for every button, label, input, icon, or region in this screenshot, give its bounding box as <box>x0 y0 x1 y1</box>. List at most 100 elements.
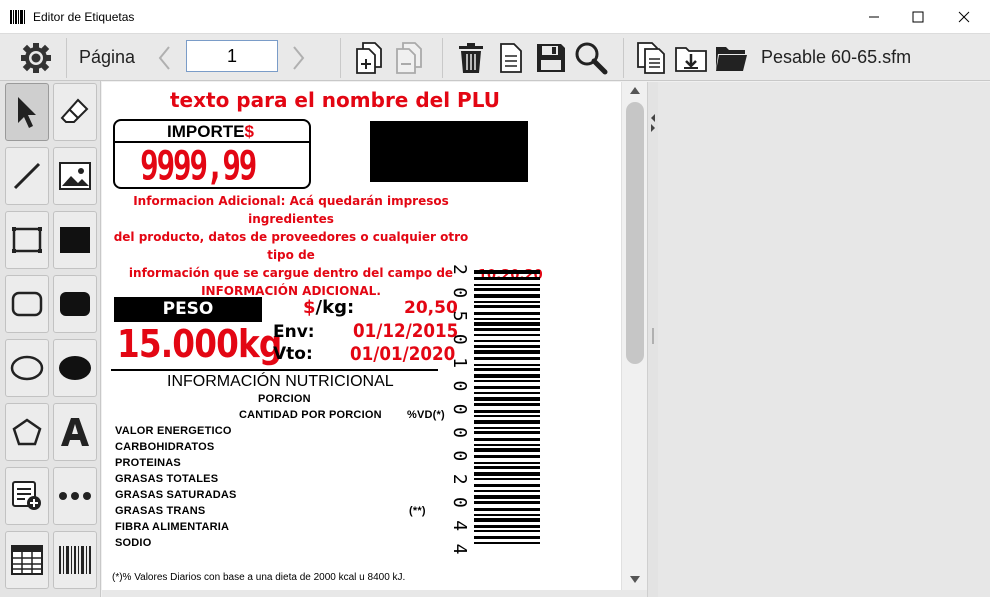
nutrition-title[interactable]: INFORMACIÓN NUTRICIONAL <box>167 373 394 391</box>
barcode-digit: 0 <box>449 381 470 392</box>
chevron-left-icon <box>158 46 170 70</box>
barcode-bar <box>474 345 540 348</box>
zoom-button[interactable] <box>572 39 610 77</box>
next-page-button[interactable] <box>279 39 317 77</box>
barcode-bar <box>474 403 540 406</box>
label-canvas[interactable]: texto para el nombre del PLU IMPORTE$ 99… <box>102 82 621 590</box>
page-label: Página <box>79 47 136 67</box>
peso-header[interactable]: PESO <box>114 297 262 322</box>
barcode-bar <box>474 397 540 401</box>
remove-page-button[interactable] <box>391 39 429 77</box>
text-tool[interactable] <box>53 403 97 461</box>
download-tray-icon <box>675 47 707 72</box>
cantidad-label[interactable]: CANTIDAD POR PORCION <box>239 409 382 421</box>
line-tool[interactable] <box>5 147 49 205</box>
label-page[interactable]: texto para el nombre del PLU IMPORTE$ 99… <box>102 82 554 590</box>
scrollbar-thumb[interactable] <box>626 102 644 364</box>
vto-date[interactable]: 01/01/2020 <box>350 343 455 365</box>
list-add-icon <box>12 481 41 510</box>
barcode[interactable]: 2 0 5 0 1 0 0 0 0 2 0 4 4 <box>448 256 540 562</box>
rectangle-tool[interactable] <box>5 211 49 269</box>
polygon-tool[interactable] <box>5 403 49 461</box>
line-icon <box>13 162 41 190</box>
close-icon <box>958 11 970 23</box>
minimize-button[interactable] <box>851 0 897 34</box>
filled-ellipse-tool[interactable] <box>53 339 97 397</box>
barcode-bar <box>474 462 540 464</box>
collapse-arrows-icon[interactable] <box>651 112 656 132</box>
nutrition-row[interactable]: GRASAS TRANS <box>115 505 205 517</box>
barcode-digit: 2 <box>449 474 470 485</box>
new-document-button[interactable] <box>492 39 530 77</box>
scroll-up-icon[interactable] <box>630 87 640 95</box>
page-number-input[interactable]: 1 <box>186 40 278 72</box>
eraser-icon <box>60 98 89 123</box>
ellipse-tool[interactable] <box>5 339 49 397</box>
porcion-label[interactable]: PORCION <box>258 393 311 405</box>
barcode-bar <box>474 364 540 366</box>
nutrition-footnote[interactable]: (*)% Valores Diarios con base a una diet… <box>112 572 405 583</box>
filled-rectangle-tool[interactable] <box>53 211 97 269</box>
prev-page-button[interactable] <box>146 39 184 77</box>
scroll-down-icon[interactable] <box>630 576 640 584</box>
nutrition-row[interactable]: FIBRA ALIMENTARIA <box>115 521 229 533</box>
open-folder-button[interactable] <box>712 39 750 77</box>
image-tool[interactable] <box>53 147 97 205</box>
importe-value[interactable]: 9999,99 <box>140 143 257 189</box>
canvas-bottom-edge <box>102 590 647 597</box>
eraser-tool[interactable] <box>53 83 97 141</box>
divider-grip[interactable] <box>652 328 654 344</box>
barcode-bar <box>474 392 540 394</box>
nutrition-row[interactable]: CARBOHIDRATOS <box>115 441 214 453</box>
nutrition-row[interactable]: VALOR ENERGETICO <box>115 425 232 437</box>
maximize-button[interactable] <box>895 0 941 34</box>
copy-document-icon <box>637 42 665 74</box>
select-tool[interactable] <box>5 83 49 141</box>
import-button[interactable] <box>672 39 710 77</box>
vertical-scrollbar[interactable] <box>621 82 647 590</box>
vto-label[interactable]: Vto: <box>273 344 313 364</box>
copy-button[interactable] <box>632 39 670 77</box>
nutrition-row[interactable]: GRASAS SATURADAS <box>115 489 237 501</box>
toolbar-separator <box>623 38 624 78</box>
field-list-tool[interactable] <box>5 467 49 525</box>
nutrition-row[interactable]: GRASAS TOTALES <box>115 473 218 485</box>
barcode-digit: 1 <box>449 357 470 368</box>
barcode-bar <box>474 301 540 303</box>
rounded-rectangle-tool[interactable] <box>5 275 49 333</box>
barcode-bar <box>474 294 540 298</box>
settings-button[interactable] <box>17 39 55 77</box>
split-pane-divider[interactable] <box>647 82 658 597</box>
barcode-bar <box>474 277 540 280</box>
trans-note[interactable]: (**) <box>409 505 426 517</box>
barcode-tool[interactable] <box>53 531 97 589</box>
additional-info-block[interactable]: Informacion Adicional: Acá quedarán impr… <box>106 192 476 300</box>
filename-label: Pesable 60-65.sfm <box>761 47 912 67</box>
copy-remove-icon <box>396 42 422 74</box>
barcode-bar <box>474 368 540 371</box>
env-date[interactable]: 01/12/2015 <box>353 320 458 342</box>
save-button[interactable] <box>532 39 570 77</box>
more-tools-button[interactable] <box>53 467 97 525</box>
ellipse-filled-icon <box>59 356 91 380</box>
copy-add-icon <box>356 42 382 74</box>
nutrition-row[interactable]: SODIO <box>115 537 151 549</box>
add-page-button[interactable] <box>351 39 389 77</box>
logo-placeholder-box[interactable] <box>370 121 528 182</box>
barcode-bar <box>474 508 540 511</box>
barcode-digit: 0 <box>449 287 470 298</box>
separator-line[interactable] <box>111 369 438 371</box>
close-button[interactable] <box>941 0 987 34</box>
importe-box[interactable]: IMPORTE$ 9999,99 <box>113 119 311 189</box>
plu-name-text[interactable]: texto para el nombre del PLU <box>170 88 500 112</box>
filled-rounded-rectangle-tool[interactable] <box>53 275 97 333</box>
barcode-bar <box>474 438 540 441</box>
peso-value[interactable]: 15.000kg <box>117 322 282 366</box>
rectangle-outline-icon <box>12 227 42 253</box>
nutrition-row[interactable]: PROTEINAS <box>115 457 181 469</box>
env-label[interactable]: Env: <box>273 322 315 342</box>
vd-label[interactable]: %VD(*) <box>407 409 445 421</box>
delete-button[interactable] <box>452 39 490 77</box>
table-tool[interactable] <box>5 531 49 589</box>
price-per-kg-label[interactable]: $/kg: <box>303 297 354 318</box>
